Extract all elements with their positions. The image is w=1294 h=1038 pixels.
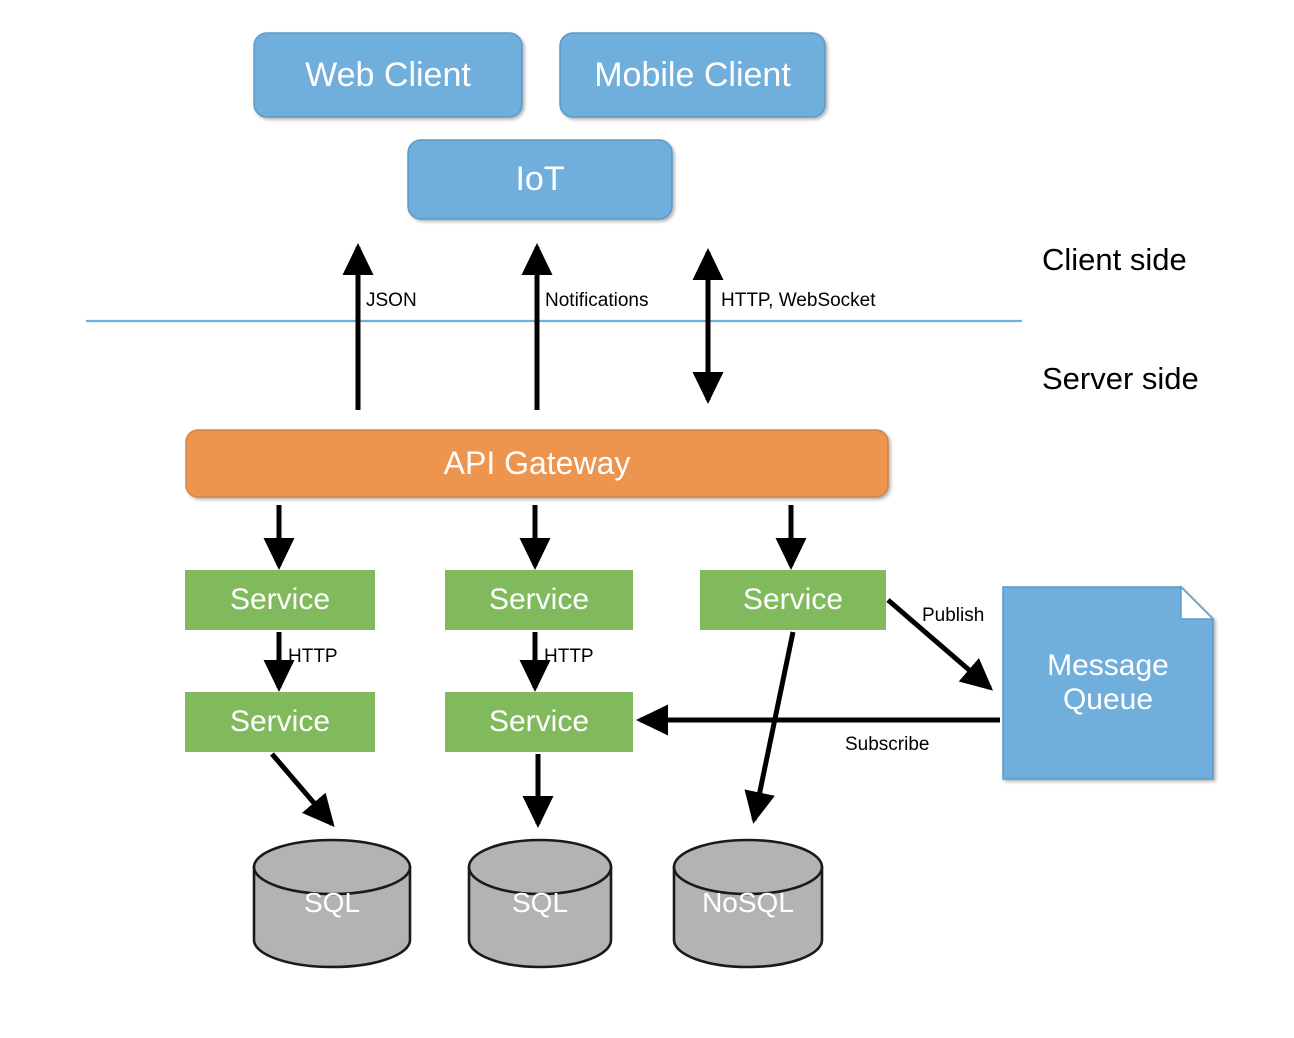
web-client-box[interactable] <box>253 32 523 118</box>
notifications-arrow-label: Notifications <box>545 290 649 311</box>
server-side-label: Server side <box>1042 361 1199 396</box>
top-services-group <box>185 570 886 630</box>
service-4-box[interactable] <box>185 692 375 752</box>
service-3-box[interactable] <box>700 570 886 630</box>
client-nodes-group <box>253 32 826 220</box>
client-side-label: Client side <box>1042 242 1187 277</box>
service4-to-sql1-arrow <box>270 752 335 828</box>
protocol-arrows-group <box>342 242 724 410</box>
mobile-client-box[interactable] <box>559 32 826 118</box>
databases-group <box>252 838 824 969</box>
gateway-to-services-arrows <box>263 505 807 571</box>
service-5-box[interactable] <box>445 692 633 752</box>
sql-db-1-cylinder[interactable] <box>252 838 412 969</box>
service-2-box[interactable] <box>445 570 633 630</box>
bottom-services-group <box>185 692 633 752</box>
http-arrow-2-label: HTTP <box>544 646 594 667</box>
json-arrow-label: JSON <box>366 290 417 311</box>
iot-client-box[interactable] <box>407 139 673 220</box>
message-queue-notch-fold <box>1180 585 1215 620</box>
subscribe-edge-label: Subscribe <box>845 734 930 755</box>
diagram-shapes-layer <box>86 32 1215 969</box>
sql-db-2-cylinder[interactable] <box>467 838 613 969</box>
service3-to-nosql-arrow <box>744 631 796 824</box>
service-1-box[interactable] <box>185 570 375 630</box>
api-gateway-box[interactable] <box>185 429 889 498</box>
http-websocket-arrow-label: HTTP, WebSocket <box>721 290 876 311</box>
nosql-db-1-cylinder[interactable] <box>672 838 824 969</box>
http-arrow-1-label: HTTP <box>288 646 338 667</box>
publish-edge-label: Publish <box>922 605 985 626</box>
architecture-diagram: Web Client Mobile Client IoT Client side… <box>0 0 1294 1038</box>
